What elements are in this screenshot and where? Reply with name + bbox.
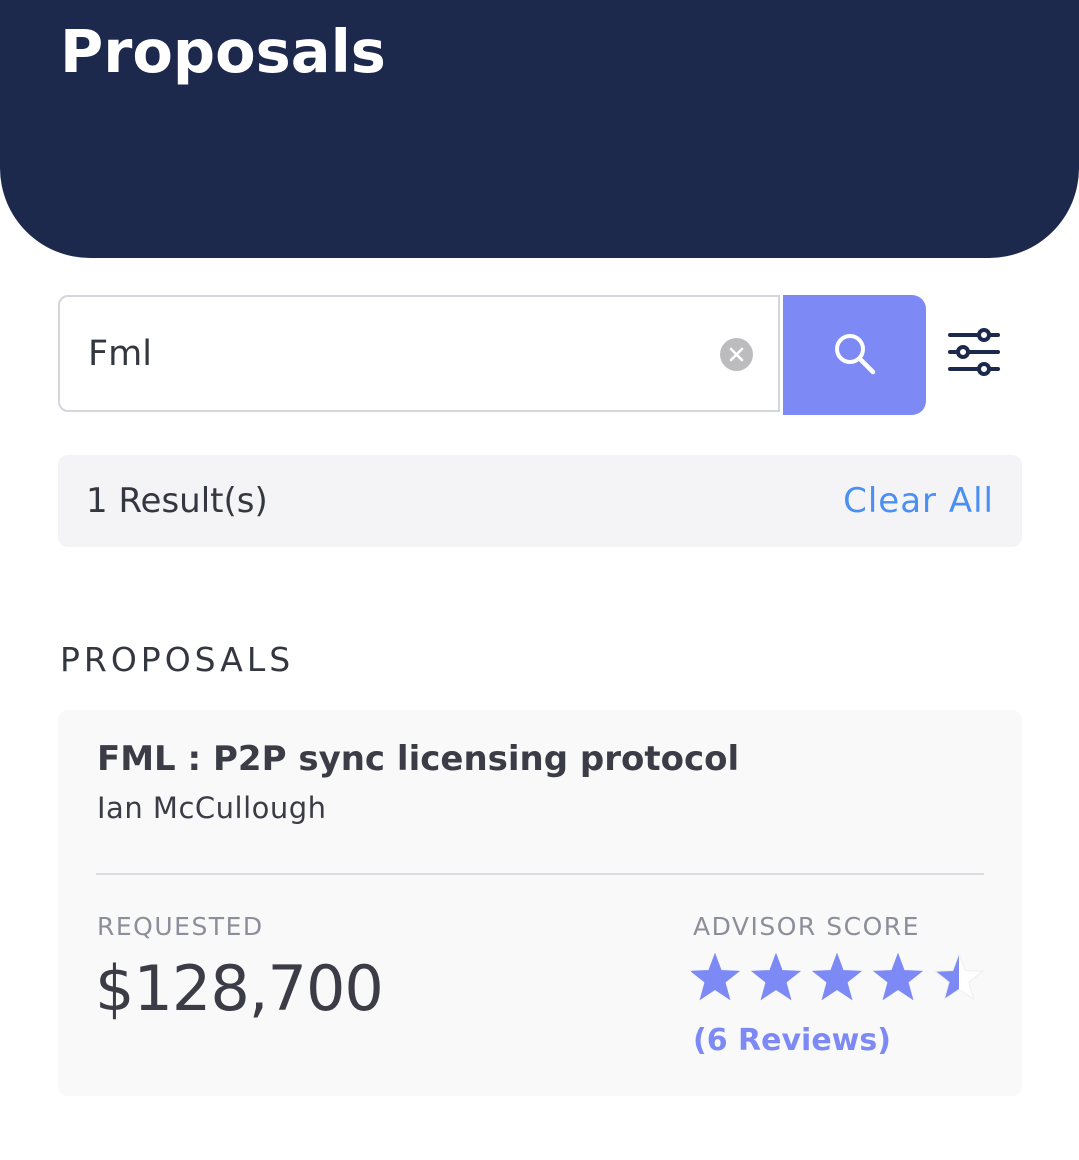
search-button[interactable] bbox=[783, 295, 926, 415]
requested-label: REQUESTED bbox=[97, 912, 264, 941]
proposal-author: Ian McCullough bbox=[97, 791, 327, 825]
star-rating bbox=[691, 953, 985, 1001]
reviews-link[interactable]: (6 Reviews) bbox=[693, 1020, 891, 1062]
advisor-score-label: ADVISOR SCORE bbox=[693, 912, 920, 941]
card-divider bbox=[96, 873, 984, 875]
star-icon bbox=[872, 953, 924, 1001]
clear-all-link[interactable]: Clear All bbox=[843, 479, 994, 523]
search-input[interactable] bbox=[88, 323, 688, 385]
star-icon bbox=[933, 953, 985, 1001]
search-icon bbox=[835, 334, 876, 375]
header: Proposals bbox=[0, 0, 1079, 258]
proposal-title: FML : P2P sync licensing protocol bbox=[97, 739, 740, 779]
results-bar: 1 Result(s) Clear All bbox=[58, 455, 1022, 547]
search-box bbox=[58, 295, 780, 412]
filter-button[interactable] bbox=[946, 326, 1002, 378]
page-title: Proposals bbox=[60, 17, 386, 86]
filter-sliders-icon bbox=[948, 328, 1000, 376]
clear-icon[interactable] bbox=[720, 338, 753, 371]
star-icon bbox=[811, 953, 863, 1001]
star-icon bbox=[750, 953, 802, 1001]
requested-amount: $128,700 bbox=[95, 952, 384, 1025]
results-count: 1 Result(s) bbox=[86, 481, 268, 521]
section-heading: PROPOSALS bbox=[60, 640, 295, 679]
proposal-card[interactable]: FML : P2P sync licensing protocol Ian Mc… bbox=[58, 710, 1022, 1096]
star-icon bbox=[691, 953, 741, 1001]
